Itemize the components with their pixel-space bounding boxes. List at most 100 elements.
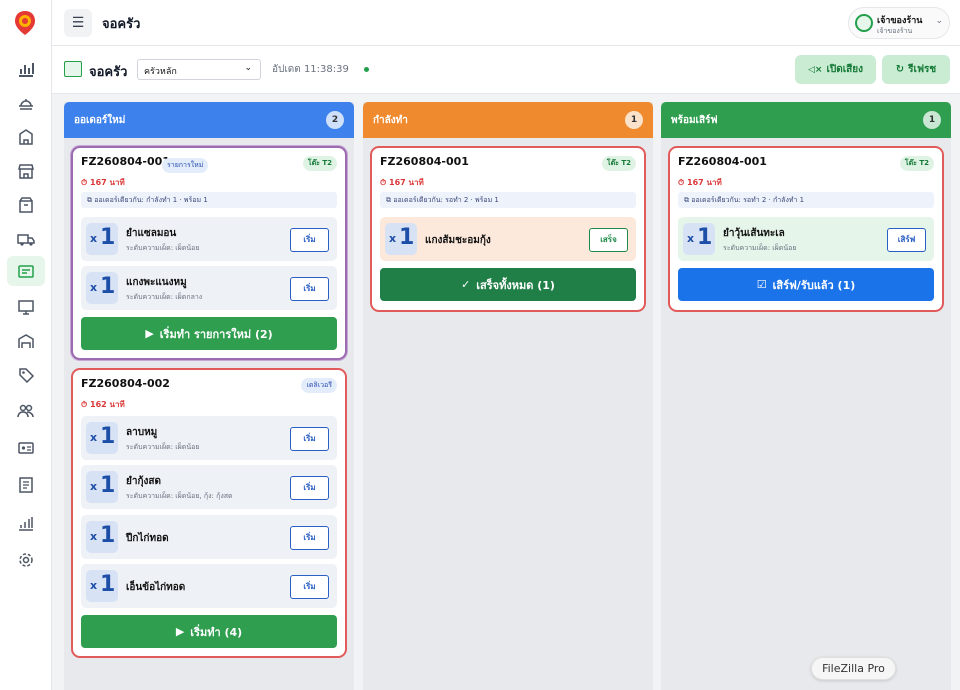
nav-staff[interactable] (7, 433, 45, 463)
clock-icon: ⏱ (678, 178, 688, 187)
elapsed-time-value: 167 นาที (90, 178, 125, 187)
id-card-icon (18, 442, 34, 454)
elapsed-time: ⏱ 167 นาที (678, 176, 722, 189)
column-ready: พร้อมเสิร์ฟ 1 FZ260804-001 โต๊ะ T2 ⏱ 167… (661, 102, 951, 690)
start-new-items-button[interactable]: ▶ เริ่มทำ รายการใหม่ (2) (81, 317, 337, 350)
order-item: x1 ลาบหมู ระดับความเผ็ด: เผ็ดน้อย เริ่ม (81, 416, 337, 460)
shop-icon (19, 197, 33, 213)
nav-orders[interactable] (7, 88, 45, 118)
clock-icon: ⏱ (81, 400, 91, 409)
served-label: เสิร์ฟ/รับแล้ว (1) (772, 278, 856, 292)
nav-dashboard[interactable] (7, 54, 45, 84)
done-item-button[interactable]: เสร็จ (589, 228, 628, 252)
serve-item-button[interactable]: เสิร์ฟ (887, 228, 926, 252)
start-item-button[interactable]: เริ่ม (290, 575, 329, 599)
item-note: ระดับความเผ็ด: เผ็ดน้อย (723, 244, 797, 252)
times-sign: x (90, 232, 98, 245)
kitchen-display-icon (64, 61, 82, 77)
sound-button[interactable]: ◁× เปิดเสียง (795, 55, 876, 84)
quantity-value: 1 (100, 274, 116, 299)
finish-all-label: เสร็จทั้งหมด (1) (476, 278, 555, 292)
quantity-box: x1 (86, 471, 118, 503)
shared-order-text: ออเดอร์เดียวกัน: รอทำ 2 · พร้อม 1 (393, 196, 499, 204)
finish-all-button[interactable]: ✓ เสร็จทั้งหมด (1) (380, 268, 636, 301)
column-count: 2 (326, 111, 344, 129)
quantity-box: x1 (385, 223, 417, 255)
item-name: ลาบหมู (126, 427, 158, 438)
order-card[interactable]: FZ260804-001 รายการใหม่ โต๊ะ T2 ⏱ 167 นา… (71, 146, 347, 360)
order-card[interactable]: FZ260804-001 โต๊ะ T2 ⏱ 167 นาที ⧉ ออเดอร… (370, 146, 646, 312)
order-item: x1 ยำแซลมอน ระดับความเผ็ด: เผ็ดน้อย เริ่… (81, 217, 337, 261)
menu-button[interactable]: ☰ (64, 9, 92, 37)
column-cooking: กำลังทำ 1 FZ260804-001 โต๊ะ T2 ⏱ 167 นาท… (363, 102, 653, 690)
quantity-value: 1 (697, 225, 713, 250)
warehouse-icon (18, 334, 34, 348)
quantity-value: 1 (100, 523, 116, 548)
nav-promotions[interactable] (7, 360, 45, 390)
quantity-value: 1 (100, 473, 116, 498)
nav-reports[interactable] (7, 470, 45, 500)
order-item: x1 แกงพะแนงหมู ระดับความเผ็ด: เผ็ดกลาง เ… (81, 266, 337, 310)
shared-order-note: ⧉ ออเดอร์เดียวกัน: รอทำ 2 · กำลังทำ 1 (678, 192, 934, 208)
kitchen-toolbar: จอครัว ครัวหลัก ⌄ อัปเดต 11:38:39 ◁× เปิ… (52, 46, 960, 94)
column-header-new: ออเดอร์ใหม่ 2 (64, 102, 354, 138)
shared-order-text: ออเดอร์เดียวกัน: รอทำ 2 · กำลังทำ 1 (691, 196, 805, 204)
new-items-badge: รายการใหม่ (162, 158, 209, 173)
users-icon (17, 404, 34, 418)
quantity-value: 1 (100, 424, 116, 449)
quantity-box: x1 (86, 223, 118, 255)
nav-customers[interactable] (7, 396, 45, 426)
logo-icon (15, 11, 35, 35)
check-circle-icon: ✓ (461, 278, 471, 291)
shared-order-note: ⧉ ออเดอร์เดียวกัน: รอทำ 2 · พร้อม 1 (380, 192, 636, 208)
shared-order-note: ⧉ ออเดอร์เดียวกัน: กำลังทำ 1 · พร้อม 1 (81, 192, 337, 208)
last-update-text: อัปเดต 11:38:39 (272, 64, 349, 75)
column-header-cooking: กำลังทำ 1 (363, 102, 653, 138)
chart-icon (19, 63, 34, 77)
store-icon (18, 164, 34, 179)
user-role: เจ้าของร้าน (877, 27, 913, 35)
hamburger-icon: ☰ (71, 15, 85, 31)
start-item-button[interactable]: เริ่ม (290, 476, 329, 500)
elapsed-time-value: 162 นาที (90, 400, 125, 409)
tag-icon (19, 368, 35, 384)
quantity-value: 1 (399, 225, 415, 250)
app-tooltip: FileZilla Pro (811, 657, 896, 680)
refresh-button[interactable]: ↻ รีเฟรช (882, 55, 950, 84)
start-all-button[interactable]: ▶ เริ่มทำ (4) (81, 615, 337, 648)
nav-kitchen[interactable] (7, 256, 45, 286)
nav-inventory[interactable] (7, 326, 45, 356)
bag-check-icon: ☑ (756, 278, 767, 291)
refresh-button-label: รีเฟรช (908, 64, 937, 75)
refresh-icon: ↻ (895, 64, 905, 75)
nav-pos[interactable] (7, 156, 45, 186)
column-new-orders: ออเดอร์ใหม่ 2 FZ260804-001 รายการใหม่ โต… (64, 102, 354, 690)
nav-analytics[interactable] (7, 508, 45, 538)
shared-order-text: ออเดอร์เดียวกัน: กำลังทำ 1 · พร้อม 1 (94, 196, 208, 204)
monitor-icon (18, 300, 34, 315)
building-icon (19, 129, 33, 145)
nav-tables[interactable] (7, 122, 45, 152)
truck-icon (17, 234, 35, 246)
kitchen-select[interactable]: ครัวหลัก ⌄ (137, 59, 261, 80)
times-sign: x (90, 579, 98, 592)
user-menu[interactable]: เจ้าของร้าน เจ้าของร้าน ⌄ (848, 7, 950, 39)
times-sign: x (90, 281, 98, 294)
item-note: ระดับความเผ็ด: เผ็ดน้อย (126, 244, 200, 252)
nav-menu[interactable] (7, 292, 45, 322)
order-number: FZ260804-002 (81, 377, 170, 390)
nav-delivery[interactable] (7, 224, 45, 254)
item-note: ระดับความเผ็ด: เผ็ดน้อย (126, 443, 200, 451)
start-item-button[interactable]: เริ่ม (290, 526, 329, 550)
clock-icon: ⏱ (81, 178, 91, 187)
order-card[interactable]: FZ260804-002 เดลิเวอรี ⏱ 162 นาที x1 ลาบ… (71, 368, 347, 658)
item-name: ยำวุ้นเส้นทะเล (723, 228, 785, 239)
nav-settings[interactable] (7, 545, 45, 575)
start-item-button[interactable]: เริ่ม (290, 228, 329, 252)
start-item-button[interactable]: เริ่ม (290, 277, 329, 301)
served-button[interactable]: ☑ เสิร์ฟ/รับแล้ว (1) (678, 268, 934, 301)
start-item-button[interactable]: เริ่ม (290, 427, 329, 451)
order-card[interactable]: FZ260804-001 โต๊ะ T2 ⏱ 167 นาที ⧉ ออเดอร… (668, 146, 944, 312)
column-title: พร้อมเสิร์ฟ (671, 115, 718, 126)
nav-shop[interactable] (7, 190, 45, 220)
